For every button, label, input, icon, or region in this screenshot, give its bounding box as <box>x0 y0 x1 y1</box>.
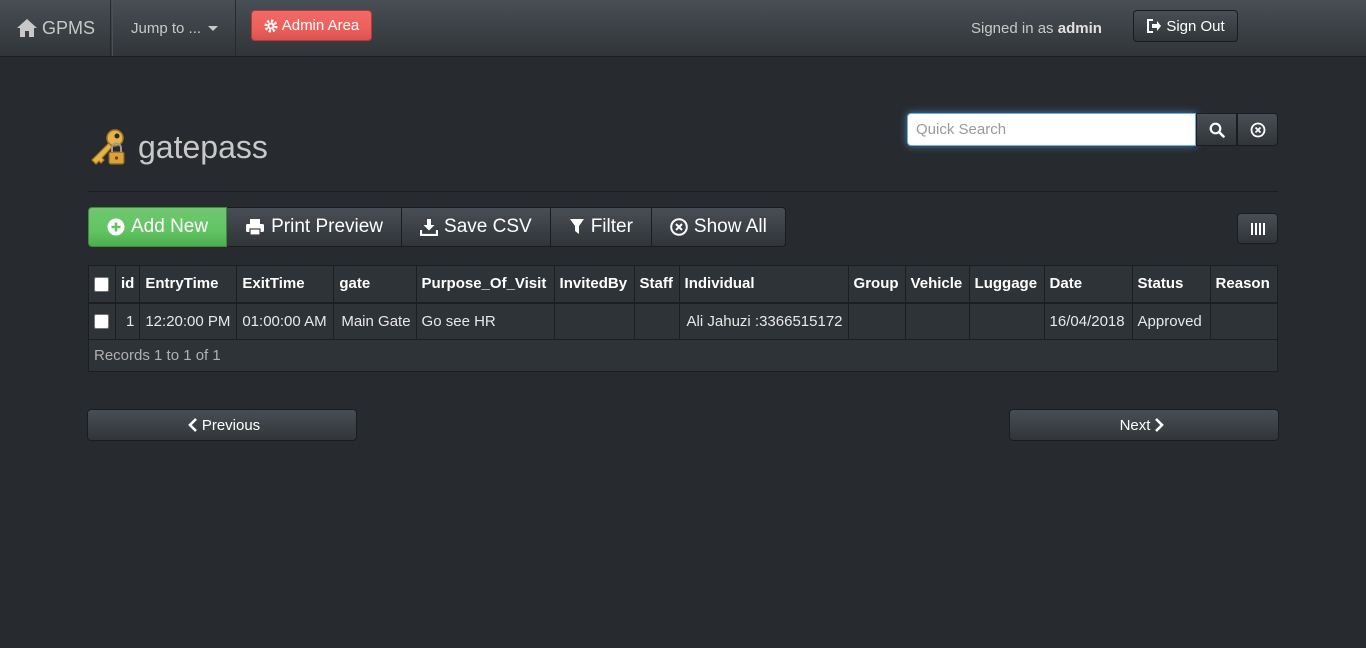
column-header-individual[interactable]: Individual <box>678 265 849 304</box>
cell-entrytime[interactable]: 12:20:00 PM <box>139 302 238 340</box>
clear-circle-icon <box>670 218 688 236</box>
column-header-reason[interactable]: Reason <box>1209 265 1279 304</box>
page-title-text: gatepass <box>138 128 268 165</box>
search-icon <box>1209 122 1225 138</box>
save-csv-label: Save CSV <box>444 216 532 237</box>
save-csv-button[interactable]: Save CSV <box>402 207 551 247</box>
cell-invitedby[interactable] <box>553 302 635 340</box>
cell-reason[interactable] <box>1209 302 1279 340</box>
next-label: Next <box>1119 416 1151 434</box>
filter-icon <box>569 219 584 234</box>
title-divider <box>88 191 1278 192</box>
filter-label: Filter <box>590 216 633 237</box>
chevron-right-icon <box>1155 418 1165 432</box>
print-preview-button[interactable]: Print Preview <box>227 207 403 247</box>
add-new-label: Add New <box>131 216 209 237</box>
cell-id[interactable]: 1 <box>114 302 141 340</box>
jump-to-dropdown[interactable]: Jump to ... <box>112 0 236 56</box>
table-row[interactable]: 1 12:20:00 PM 01:00:00 AM Main Gate Go s… <box>88 302 1279 340</box>
table-header-row: id EntryTime ExitTime gate Purpose_Of_Vi… <box>88 265 1279 304</box>
column-header-luggage[interactable]: Luggage <box>968 265 1045 304</box>
add-new-button[interactable]: Add New <box>88 207 228 247</box>
cell-purpose[interactable]: Go see HR <box>415 302 555 340</box>
signed-in-user: admin <box>1057 20 1102 37</box>
column-header-group[interactable]: Group <box>847 265 906 304</box>
sign-out-icon <box>1147 19 1162 33</box>
select-all-checkbox[interactable] <box>94 276 109 292</box>
action-toolbar: Add New Print Preview Save CSV Filter Sh… <box>88 207 786 247</box>
admin-area-button[interactable]: Admin Area <box>251 10 372 41</box>
column-header-staff[interactable]: Staff <box>633 265 680 304</box>
gatepass-table: id EntryTime ExitTime gate Purpose_Of_Vi… <box>88 265 1279 372</box>
brand-label: GPMS <box>42 17 96 38</box>
download-icon <box>420 219 439 236</box>
quick-search-input[interactable] <box>907 113 1196 146</box>
column-header-invitedby[interactable]: InvitedBy <box>553 265 635 304</box>
signed-in-prefix: Signed in as <box>971 20 1054 37</box>
column-header-gate[interactable]: gate <box>333 265 417 304</box>
show-all-button[interactable]: Show All <box>651 207 786 247</box>
filter-button[interactable]: Filter <box>550 207 652 247</box>
brand-link[interactable]: GPMS <box>0 0 111 56</box>
top-navbar: GPMS Jump to ... Admin Area Signed in as… <box>0 0 1366 57</box>
previous-label: Previous <box>201 416 261 434</box>
column-header-exittime[interactable]: ExitTime <box>236 265 335 304</box>
caret-down-icon <box>208 25 219 31</box>
sign-out-label: Sign Out <box>1166 17 1225 35</box>
admin-area-label: Admin Area <box>281 17 360 34</box>
records-count: Records 1 to 1 of 1 <box>88 339 1278 372</box>
next-page-button[interactable]: Next <box>1009 409 1279 441</box>
clear-search-button[interactable] <box>1237 113 1278 146</box>
key-lock-icon <box>91 129 125 165</box>
search-button[interactable] <box>1196 113 1237 146</box>
column-header-status[interactable]: Status <box>1131 265 1211 304</box>
column-header-date[interactable]: Date <box>1043 265 1133 304</box>
print-preview-label: Print Preview <box>271 216 384 237</box>
cell-luggage[interactable] <box>968 302 1045 340</box>
page-title: gatepass <box>88 126 268 168</box>
cell-individual[interactable]: Ali Jahuzi :3366515172 <box>678 302 849 340</box>
gear-icon <box>264 19 278 32</box>
home-icon <box>17 19 37 37</box>
plus-circle-icon <box>107 218 125 236</box>
column-header-vehicle[interactable]: Vehicle <box>904 265 970 304</box>
records-footer-row: Records 1 to 1 of 1 <box>88 339 1278 372</box>
previous-page-button[interactable]: Previous <box>87 409 357 441</box>
columns-button[interactable] <box>1237 213 1278 244</box>
sign-out-button[interactable]: Sign Out <box>1133 10 1238 42</box>
row-checkbox[interactable] <box>94 314 109 330</box>
column-header-entrytime[interactable]: EntryTime <box>139 265 238 304</box>
column-header-id[interactable]: id <box>114 265 141 304</box>
jump-to-label: Jump to ... <box>131 19 202 37</box>
row-select-cell <box>88 302 116 340</box>
select-all-header <box>88 265 116 304</box>
column-header-purpose[interactable]: Purpose_Of_Visit <box>415 265 555 304</box>
cell-vehicle[interactable] <box>904 302 970 340</box>
cell-staff[interactable] <box>633 302 680 340</box>
clear-circle-icon <box>1250 122 1265 137</box>
signed-in-text: Signed in as admin <box>971 20 1102 37</box>
columns-icon <box>1250 222 1265 235</box>
cell-gate[interactable]: Main Gate <box>333 302 417 340</box>
cell-group[interactable] <box>847 302 906 340</box>
cell-status[interactable]: Approved <box>1131 302 1211 340</box>
show-all-label: Show All <box>693 216 767 237</box>
printer-icon <box>246 219 265 236</box>
cell-exittime[interactable]: 01:00:00 AM <box>236 302 335 340</box>
chevron-left-icon <box>187 418 197 432</box>
cell-date[interactable]: 16/04/2018 <box>1043 302 1133 340</box>
